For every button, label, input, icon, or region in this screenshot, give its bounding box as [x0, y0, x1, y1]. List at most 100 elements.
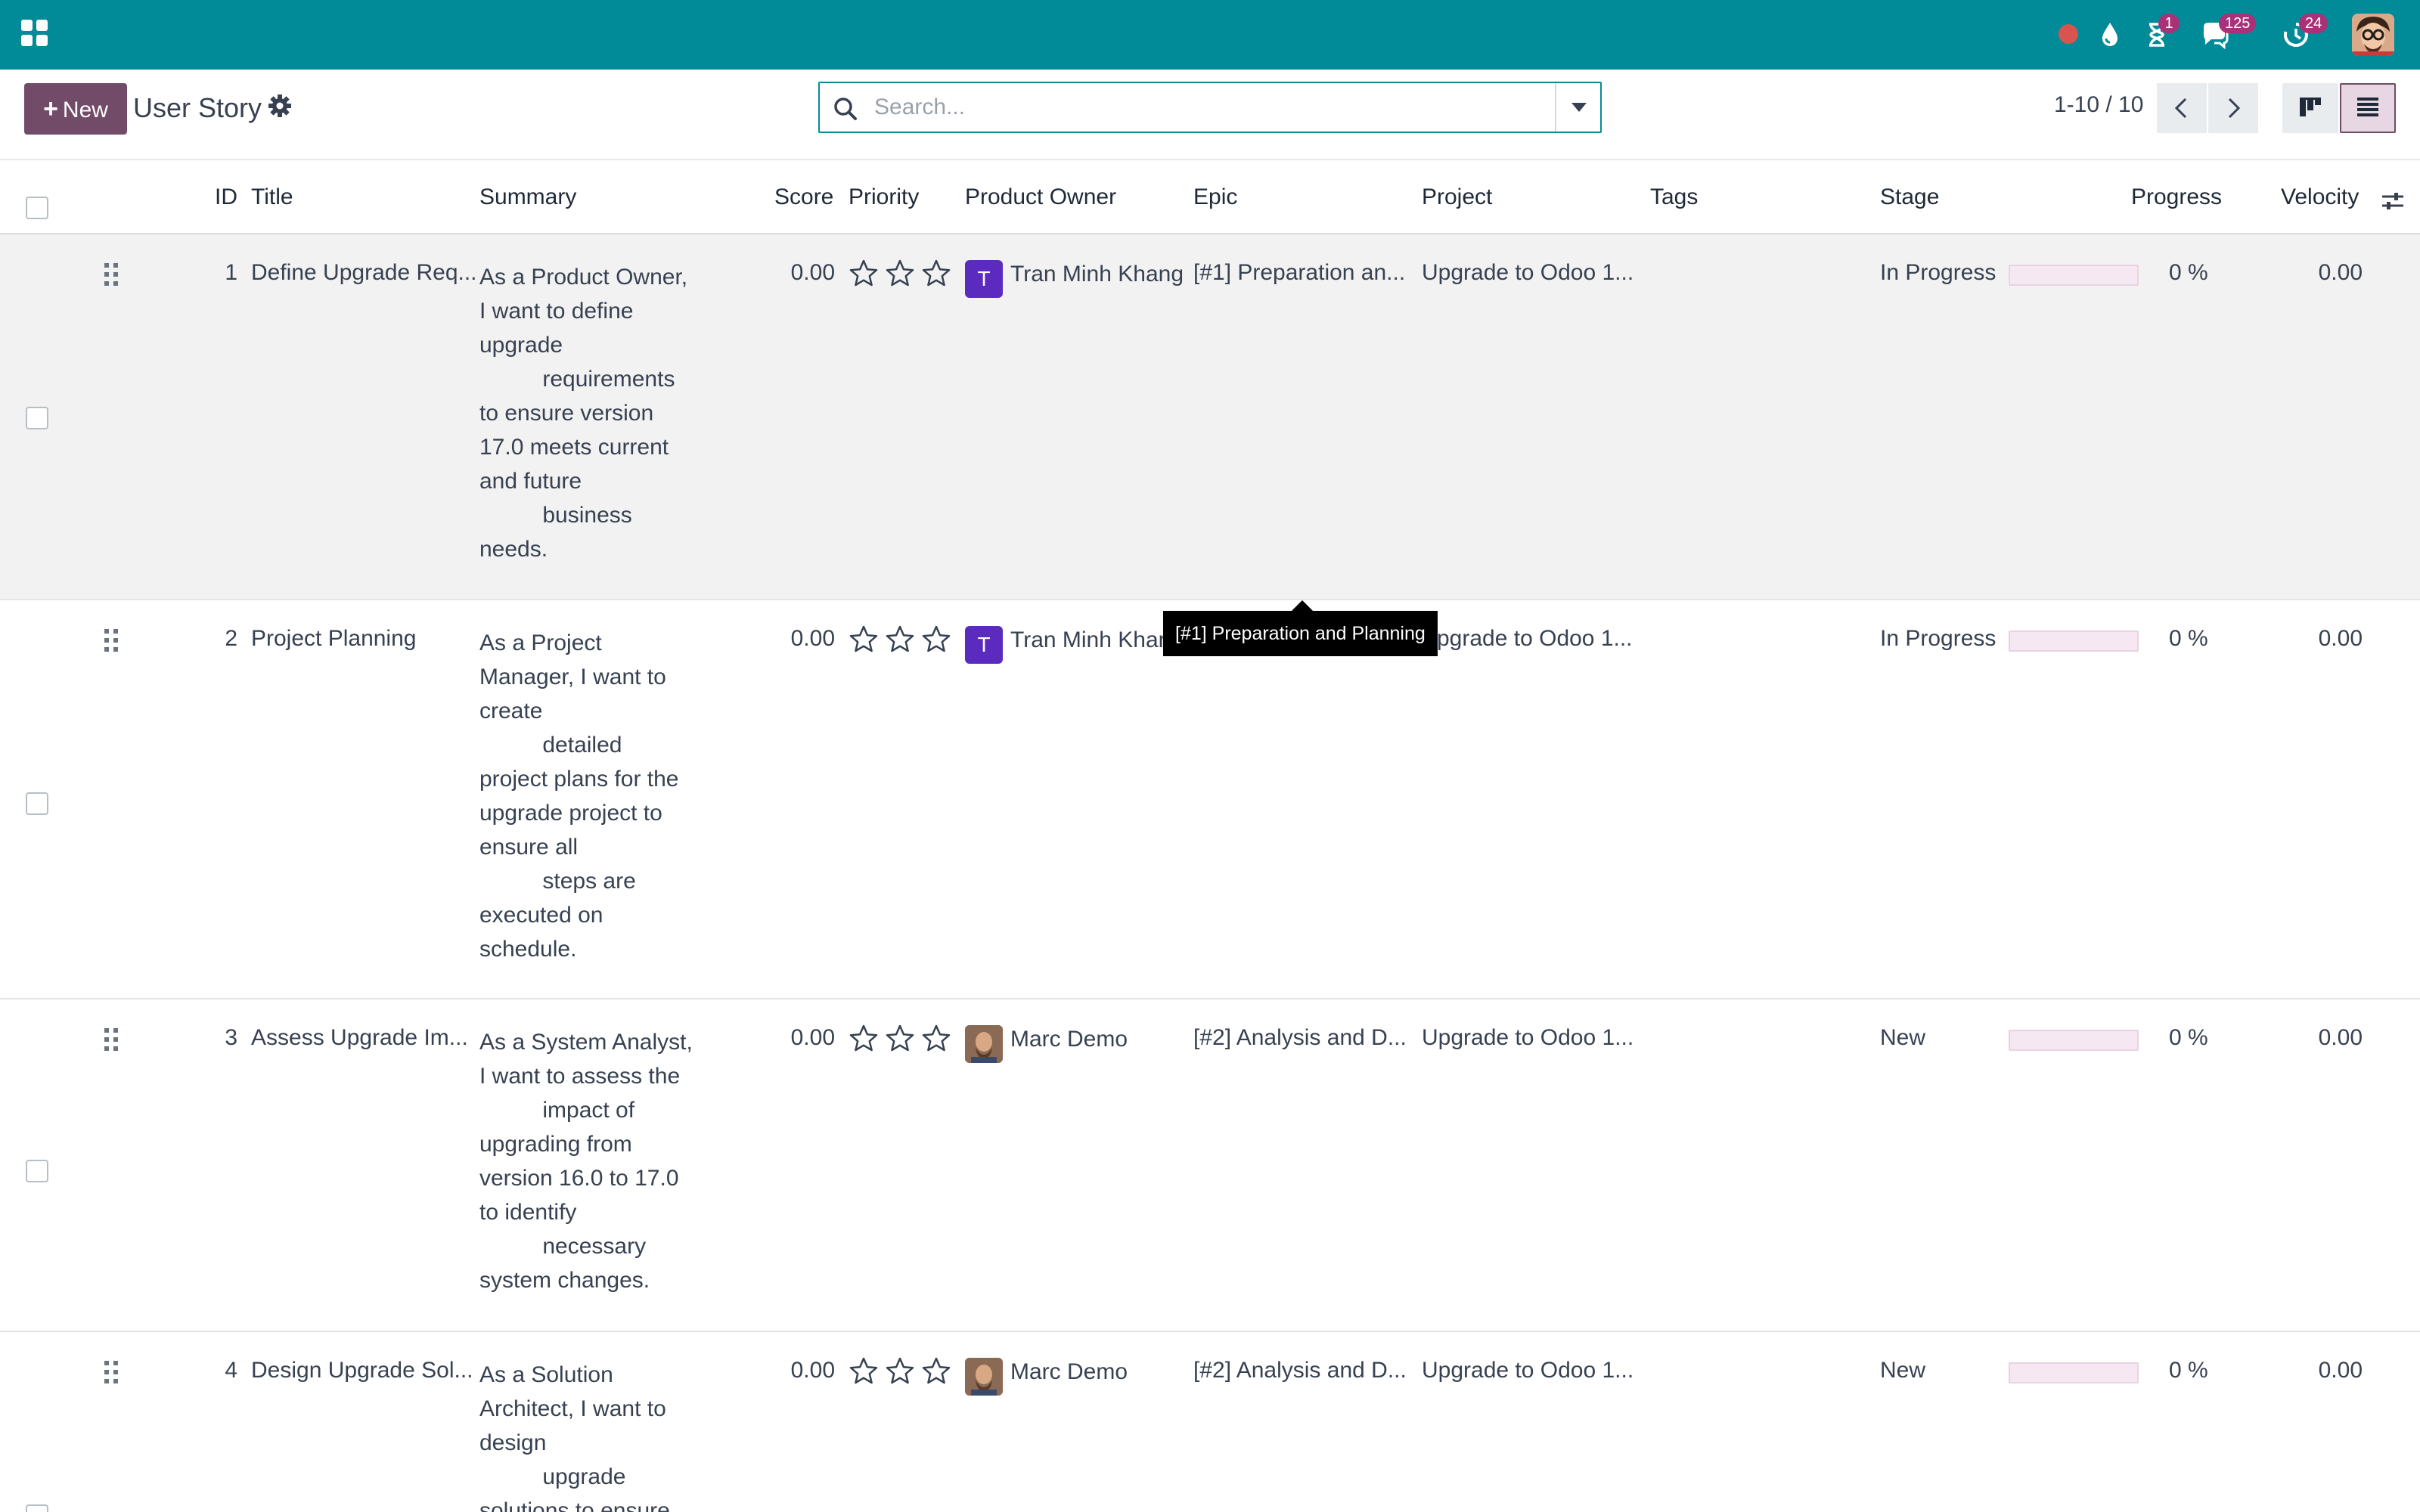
row-project: pgrade to Odoo 1...	[1437, 626, 1633, 651]
gear-icon[interactable]	[268, 94, 292, 118]
row-summary: As a Project Manager, I want to create d…	[479, 631, 679, 962]
pager-next-button[interactable]	[2208, 83, 2258, 133]
row-stage: In Progress	[1880, 626, 1996, 651]
column-header-summary[interactable]: Summary	[479, 184, 576, 210]
activity-badge: 1	[2158, 14, 2180, 33]
table-row[interactable]: 4 Design Upgrade Sol... As a Solution Ar…	[0, 1332, 2420, 1512]
table-header: ID Title Summary Score Priority Product …	[0, 162, 2420, 234]
star-icon[interactable]	[921, 1024, 951, 1054]
search-options-toggle[interactable]	[1555, 83, 1600, 132]
list-view-button[interactable]	[2340, 83, 2396, 133]
kanban-view-button[interactable]	[2282, 83, 2338, 133]
column-header-title[interactable]: Title	[251, 184, 293, 210]
row-checkbox[interactable]	[26, 407, 48, 429]
column-header-velocity[interactable]: Velocity	[2281, 184, 2359, 210]
row-title: Assess Upgrade Im...	[251, 1025, 468, 1050]
epic-tooltip: [#1] Preparation and Planning	[1163, 611, 1438, 656]
row-checkbox[interactable]	[26, 1160, 48, 1182]
chat-icon[interactable]: 125	[2201, 14, 2257, 50]
pager-value[interactable]: 1-10 / 10	[2054, 92, 2143, 118]
select-all-checkbox[interactable]	[26, 197, 48, 219]
row-product-owner: Marc Demo	[1010, 1359, 1128, 1384]
row-project: Upgrade to Odoo 1...	[1422, 260, 1634, 285]
drag-handle-icon[interactable]	[103, 1359, 121, 1385]
timer-badge: 24	[2299, 14, 2328, 33]
row-id: 3	[225, 1025, 237, 1050]
column-header-stage[interactable]: Stage	[1880, 184, 1939, 210]
pager-previous-button[interactable]	[2157, 83, 2207, 133]
row-velocity: 0.00	[2318, 626, 2363, 651]
row-stage: New	[1880, 1358, 1926, 1383]
star-icon[interactable]	[921, 1356, 951, 1387]
row-velocity: 0.00	[2318, 1358, 2363, 1383]
progress-label: 0 %	[2169, 1358, 2208, 1383]
row-id: 4	[225, 1358, 237, 1383]
column-header-epic[interactable]: Epic	[1193, 184, 1237, 210]
column-header-id[interactable]: ID	[215, 184, 237, 210]
drop-icon[interactable]	[2095, 20, 2125, 50]
drag-handle-icon[interactable]	[103, 627, 121, 653]
row-stage: In Progress	[1880, 260, 1996, 285]
search-input[interactable]	[874, 86, 1525, 129]
column-header-tags[interactable]: Tags	[1650, 184, 1698, 210]
star-icon[interactable]	[849, 259, 879, 289]
progress-bar	[2009, 631, 2139, 652]
user-avatar[interactable]	[2352, 14, 2394, 56]
priority-stars	[849, 624, 954, 655]
progress-bar	[2009, 1362, 2139, 1383]
priority-stars	[849, 1024, 954, 1054]
star-icon[interactable]	[849, 1024, 879, 1054]
row-velocity: 0.00	[2318, 1025, 2363, 1050]
row-epic: [#2] Analysis and D...	[1193, 1025, 1407, 1050]
messages-badge: 125	[2219, 14, 2257, 33]
row-epic: [#2] Analysis and D...	[1193, 1358, 1407, 1383]
star-icon[interactable]	[921, 259, 951, 289]
star-icon[interactable]	[885, 1024, 915, 1054]
row-project: Upgrade to Odoo 1...	[1422, 1025, 1634, 1050]
tooltip-arrow	[1292, 600, 1313, 611]
timer-icon[interactable]: 24	[2281, 14, 2328, 50]
record-dot-icon[interactable]	[2059, 24, 2078, 44]
chevron-left-icon	[2174, 98, 2187, 119]
column-header-progress[interactable]: Progress	[2131, 184, 2222, 210]
row-project: Upgrade to Odoo 1...	[1422, 1358, 1634, 1383]
list-icon	[2357, 98, 2378, 116]
star-icon[interactable]	[921, 624, 951, 655]
row-score: 0.00	[790, 1025, 835, 1050]
new-button[interactable]: + New	[24, 83, 127, 135]
table-row[interactable]: 1 Define Upgrade Req... As a Product Own…	[0, 234, 2420, 600]
owner-avatar: T	[965, 260, 1003, 298]
row-product-owner: Marc Demo	[1010, 1027, 1128, 1052]
progress-bar	[2009, 1030, 2139, 1051]
row-epic: [#1] Preparation an...	[1193, 260, 1406, 285]
row-score: 0.00	[790, 1358, 835, 1383]
table-row[interactable]: 3 Assess Upgrade Im... As a System Analy…	[0, 999, 2420, 1332]
kanban-icon	[2300, 98, 2321, 116]
star-icon[interactable]	[885, 259, 915, 289]
new-button-label: New	[62, 98, 108, 122]
column-header-score[interactable]: Score	[774, 184, 833, 210]
drag-handle-icon[interactable]	[103, 1027, 121, 1052]
column-header-priority[interactable]: Priority	[849, 184, 919, 210]
row-score: 0.00	[790, 626, 835, 651]
control-panel: +New User Story 1-10 / 10	[0, 70, 2420, 160]
column-header-product-owner[interactable]: Product Owner	[965, 184, 1116, 210]
optional-columns-icon[interactable]	[2381, 189, 2405, 213]
star-icon[interactable]	[885, 1356, 915, 1387]
top-navbar: 1 125 24	[0, 0, 2420, 70]
row-summary: As a Product Owner, I want to define upg…	[479, 265, 688, 562]
row-checkbox[interactable]	[26, 792, 48, 815]
apps-grid-icon[interactable]	[21, 20, 48, 47]
star-icon[interactable]	[849, 624, 879, 655]
row-product-owner: Tran Minh Khang	[1010, 262, 1184, 287]
priority-stars	[849, 259, 954, 289]
row-product-owner: Tran Minh Khar	[1010, 627, 1166, 652]
activity-hourglass-icon[interactable]: 1	[2142, 14, 2180, 50]
table-row[interactable]: 2 Project Planning As a Project Manager,…	[0, 600, 2420, 999]
column-header-project[interactable]: Project	[1422, 184, 1492, 210]
star-icon[interactable]	[849, 1356, 879, 1387]
page-title[interactable]: User Story	[133, 92, 262, 124]
star-icon[interactable]	[885, 624, 915, 655]
drag-handle-icon[interactable]	[103, 262, 121, 287]
row-checkbox[interactable]	[26, 1504, 48, 1512]
